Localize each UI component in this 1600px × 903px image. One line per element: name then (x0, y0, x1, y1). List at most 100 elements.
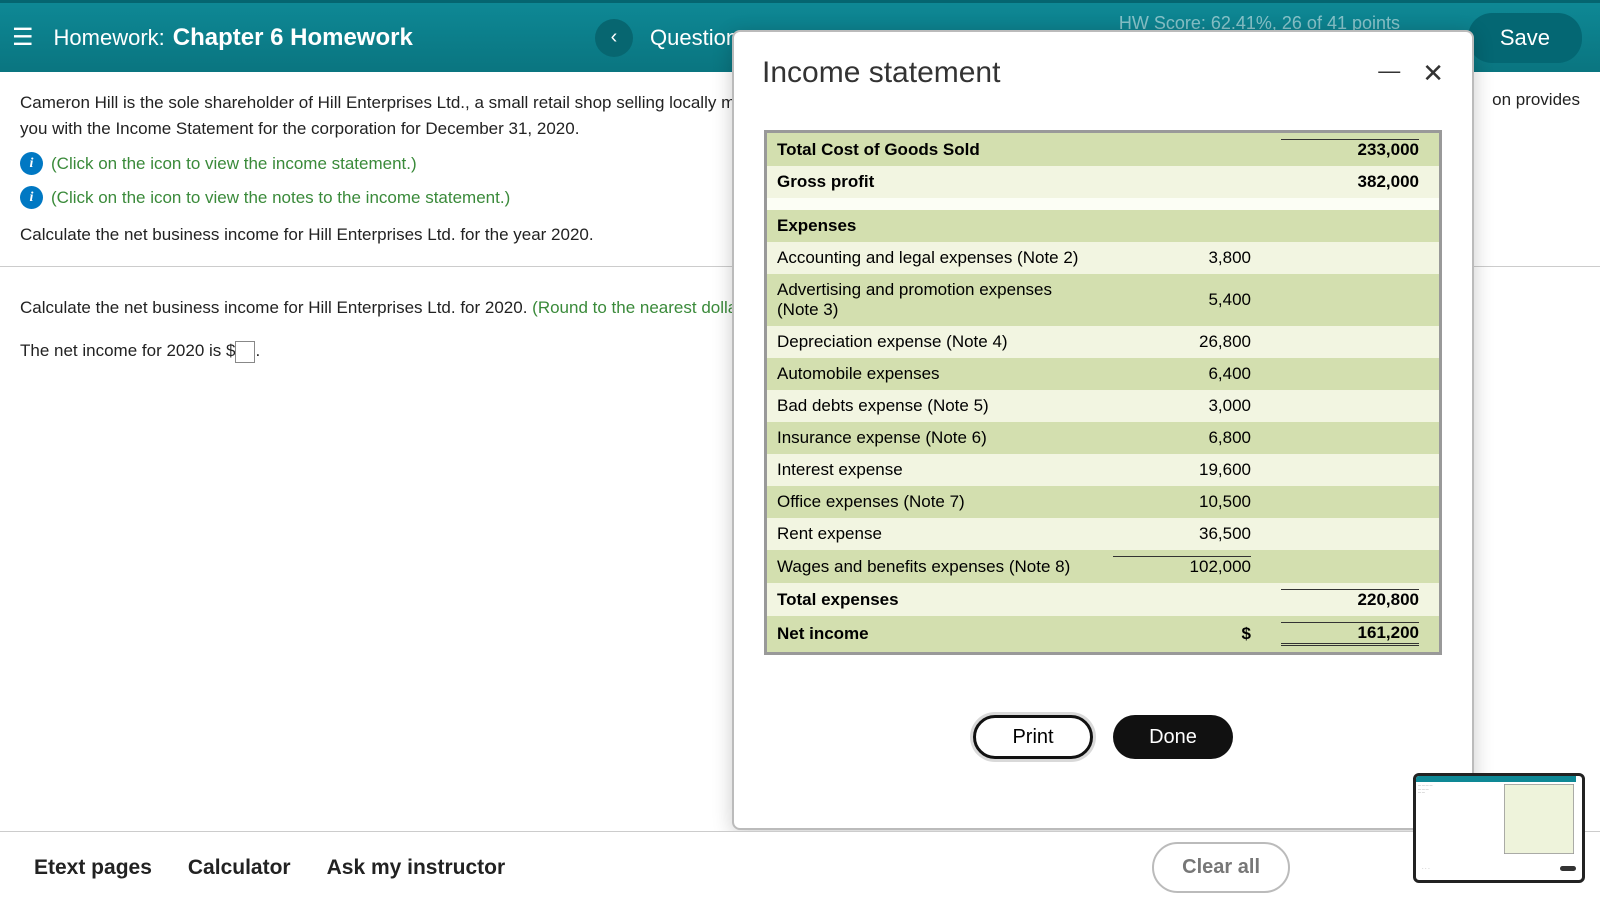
row-value-2 (1271, 518, 1439, 550)
table-row: Automobile expenses6,400 (767, 358, 1439, 390)
row-value-1: 5,400 (1103, 274, 1271, 326)
info-icon[interactable]: i (20, 152, 43, 175)
calc-prompt-text: Calculate the net business income for Hi… (20, 298, 532, 317)
clear-all-button[interactable]: Clear all (1152, 842, 1290, 893)
row-label: Total expenses (767, 583, 1103, 616)
problem-line-1: Cameron Hill is the sole shareholder of … (20, 93, 764, 112)
row-value-1 (1103, 210, 1271, 242)
row-value-2 (1271, 198, 1439, 210)
row-label: Total Cost of Goods Sold (767, 133, 1103, 166)
menu-icon[interactable]: ☰ (12, 23, 34, 52)
table-row: Advertising and promotion expenses (Note… (767, 274, 1439, 326)
row-value-2 (1271, 422, 1439, 454)
answer-prefix: The net income for 2020 is $ (20, 341, 235, 360)
row-label: Gross profit (767, 166, 1103, 198)
table-row: Interest expense19,600 (767, 454, 1439, 486)
round-instruction: (Round to the nearest dollar.) (532, 298, 752, 317)
row-value-1: $ (1103, 616, 1271, 652)
table-row: Bad debts expense (Note 5)3,000 (767, 390, 1439, 422)
thumbnail-preview[interactable]: — — — —— — —— — · · · (1413, 773, 1585, 883)
done-button[interactable]: Done (1113, 715, 1233, 759)
row-label: Depreciation expense (Note 4) (767, 326, 1103, 358)
table-row: Expenses (767, 210, 1439, 242)
hint-income-statement[interactable]: (Click on the icon to view the income st… (51, 151, 417, 177)
close-icon[interactable]: ✕ (1422, 58, 1444, 89)
print-button[interactable]: Print (973, 715, 1093, 759)
row-label: Accounting and legal expenses (Note 2) (767, 242, 1103, 274)
row-value-1: 6,800 (1103, 422, 1271, 454)
table-row: Total expenses 220,800 (767, 583, 1439, 616)
income-statement-table: Total Cost of Goods Sold233,000Gross pro… (767, 133, 1439, 652)
row-value-1: 26,800 (1103, 326, 1271, 358)
table-row: Net income$161,200 (767, 616, 1439, 652)
modal-controls: — ✕ (1378, 58, 1444, 89)
row-value-1: 19,600 (1103, 454, 1271, 486)
row-label: Interest expense (767, 454, 1103, 486)
row-value-1 (1103, 198, 1271, 210)
row-value-2 (1271, 550, 1439, 583)
homework-title: Chapter 6 Homework (173, 24, 413, 52)
row-value-1: 36,500 (1103, 518, 1271, 550)
table-row: Accounting and legal expenses (Note 2)3,… (767, 242, 1439, 274)
row-label: Advertising and promotion expenses (Note… (767, 274, 1103, 326)
row-label: Rent expense (767, 518, 1103, 550)
row-value-1 (1103, 133, 1271, 166)
row-label: Expenses (767, 210, 1103, 242)
row-label (767, 198, 1103, 210)
problem-line-2: you with the Income Statement for the co… (20, 119, 579, 138)
row-value-1 (1103, 583, 1271, 616)
row-value-2: 382,000 (1271, 166, 1439, 198)
row-value-1: 10,500 (1103, 486, 1271, 518)
net-income-input[interactable] (235, 341, 255, 363)
modal-buttons: Print Done (734, 715, 1472, 759)
row-value-1: 3,000 (1103, 390, 1271, 422)
table-row: Office expenses (Note 7)10,500 (767, 486, 1439, 518)
etext-pages-link[interactable]: Etext pages (34, 856, 152, 880)
row-label: Wages and benefits expenses (Note 8) (767, 550, 1103, 583)
table-row: Wages and benefits expenses (Note 8)102,… (767, 550, 1439, 583)
table-row (767, 198, 1439, 210)
info-icon[interactable]: i (20, 186, 43, 209)
row-label: Bad debts expense (Note 5) (767, 390, 1103, 422)
row-value-2 (1271, 390, 1439, 422)
homework-label: Homework: (54, 25, 165, 51)
row-value-1: 6,400 (1103, 358, 1271, 390)
row-value-2 (1271, 454, 1439, 486)
row-value-1 (1103, 166, 1271, 198)
footer: Etext pages Calculator Ask my instructor… (0, 831, 1600, 903)
table-row: Rent expense36,500 (767, 518, 1439, 550)
table-row: Insurance expense (Note 6)6,800 (767, 422, 1439, 454)
row-value-2 (1271, 242, 1439, 274)
row-value-1: 102,000 (1103, 550, 1271, 583)
row-value-2: 233,000 (1271, 133, 1439, 166)
previous-question-button[interactable]: ‹ (595, 19, 633, 57)
answer-suffix: . (255, 341, 260, 360)
chevron-left-icon: ‹ (611, 26, 618, 49)
ask-instructor-link[interactable]: Ask my instructor (327, 856, 506, 880)
row-label: Automobile expenses (767, 358, 1103, 390)
minimize-icon[interactable]: — (1378, 58, 1400, 89)
row-value-2 (1271, 210, 1439, 242)
row-value-2 (1271, 486, 1439, 518)
row-value-2 (1271, 274, 1439, 326)
row-value-2: 161,200 (1271, 616, 1439, 652)
modal-header: Income statement — ✕ (734, 32, 1472, 100)
row-value-1: 3,800 (1103, 242, 1271, 274)
table-row: Gross profit 382,000 (767, 166, 1439, 198)
table-row: Depreciation expense (Note 4)26,800 (767, 326, 1439, 358)
truncated-text: on provides (1492, 90, 1580, 110)
question-label: Question (650, 25, 738, 51)
row-value-2 (1271, 326, 1439, 358)
row-label: Office expenses (Note 7) (767, 486, 1103, 518)
income-statement-modal: Income statement — ✕ Total Cost of Goods… (732, 30, 1474, 830)
row-label: Net income (767, 616, 1103, 652)
row-value-2: 220,800 (1271, 583, 1439, 616)
row-label: Insurance expense (Note 6) (767, 422, 1103, 454)
hint-notes[interactable]: (Click on the icon to view the notes to … (51, 185, 510, 211)
save-button[interactable]: Save (1468, 13, 1582, 63)
statement-frame: Total Cost of Goods Sold233,000Gross pro… (764, 130, 1442, 655)
calculator-link[interactable]: Calculator (188, 856, 291, 880)
row-value-2 (1271, 358, 1439, 390)
table-row: Total Cost of Goods Sold 233,000 (767, 133, 1439, 166)
modal-title: Income statement (762, 56, 1000, 90)
